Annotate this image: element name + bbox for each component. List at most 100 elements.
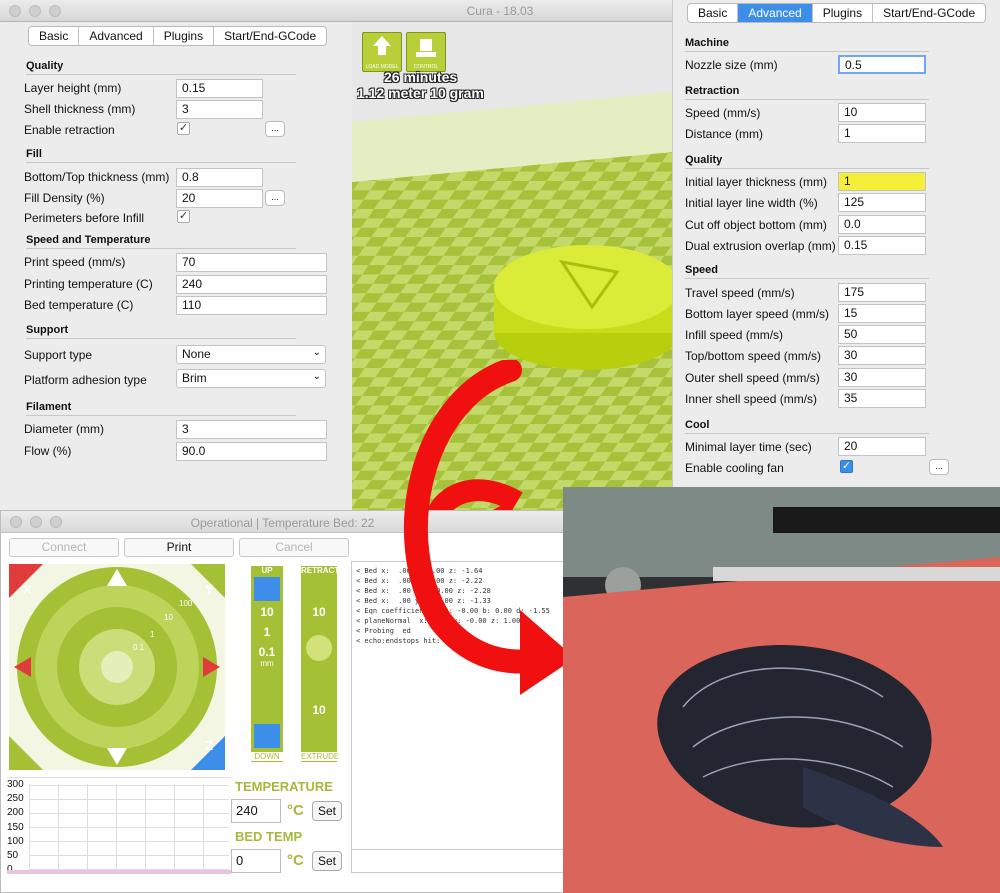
cool-more-button[interactable]: ... <box>929 459 949 475</box>
bottom-speed-input[interactable]: 15 <box>838 304 926 323</box>
layer-height-input[interactable]: 0.15 <box>176 79 263 98</box>
min-layer-time-input[interactable]: 20 <box>838 437 926 456</box>
topbottom-speed-input[interactable]: 30 <box>838 346 926 365</box>
retraction-distance-input[interactable]: 1 <box>838 124 926 143</box>
inner-shell-input[interactable]: 35 <box>838 389 926 408</box>
support-type-select[interactable]: None ⌄ <box>176 345 326 364</box>
section-quality: Quality <box>26 60 296 75</box>
cancel-button[interactable]: Cancel <box>239 538 349 557</box>
load-model-icon <box>373 36 391 55</box>
console-input[interactable] <box>351 849 564 873</box>
tab-plugins[interactable]: Plugins <box>813 4 874 22</box>
shell-thickness-label: Shell thickness (mm) <box>24 102 136 116</box>
photo-illustration <box>563 487 1000 893</box>
bed-temp-input[interactable]: 0 <box>231 849 281 873</box>
flow-input[interactable]: 90.0 <box>176 442 327 461</box>
support-type-label: Support type <box>24 348 93 362</box>
tab-advanced[interactable]: Advanced <box>79 27 154 45</box>
initial-thickness-label: Initial layer thickness (mm) <box>685 175 828 189</box>
graph-tick: 100 <box>7 835 24 847</box>
section-machine: Machine <box>685 37 929 52</box>
print-button[interactable]: Print <box>124 538 234 557</box>
z-home-label: Z <box>205 738 213 753</box>
extruder-panel[interactable]: RETRACT 10 10 EXTRUDE <box>301 566 339 762</box>
enable-retraction-checkbox[interactable]: ✓ <box>177 122 190 135</box>
chevron-down-icon: ⌄ <box>312 347 321 358</box>
min-layer-time-label: Minimal layer time (sec) <box>685 440 812 454</box>
diameter-input[interactable]: 3 <box>176 420 327 439</box>
initial-width-input[interactable]: 125 <box>838 193 926 212</box>
tab-plugins[interactable]: Plugins <box>154 27 215 45</box>
z-step-1[interactable]: 1 <box>251 625 283 639</box>
z-jog-panel[interactable]: UP 10 1 0.1 mm DOWN <box>251 566 283 762</box>
tab-advanced[interactable]: Advanced <box>738 4 813 22</box>
travel-speed-input[interactable]: 175 <box>838 283 926 302</box>
z-down-arrow-icon[interactable] <box>254 724 280 748</box>
graph-tick: 200 <box>7 807 24 819</box>
fill-density-input[interactable]: 20 <box>176 189 263 208</box>
adhesion-label: Platform adhesion type <box>24 373 147 387</box>
dual-overlap-input[interactable]: 0.15 <box>838 236 926 255</box>
infill-speed-input[interactable]: 50 <box>838 325 926 344</box>
jog-control[interactable]: X Y Z 100 10 1 0.1 <box>9 564 225 770</box>
temperature-input[interactable]: 240 <box>231 799 281 823</box>
temperature-unit: °C <box>287 802 304 819</box>
cutoff-input[interactable]: 0.0 <box>838 215 926 234</box>
ring-1-label: 1 <box>150 630 155 639</box>
tab-basic[interactable]: Basic <box>688 4 739 22</box>
z-step-01[interactable]: 0.1 <box>251 645 283 659</box>
retraction-more-button[interactable]: ... <box>265 121 285 137</box>
cooling-fan-checkbox[interactable]: ✓ <box>840 460 853 473</box>
nozzle-size-input[interactable]: 0.5 <box>838 55 926 74</box>
fill-more-button[interactable]: ... <box>265 190 285 206</box>
shell-thickness-input[interactable]: 3 <box>176 100 263 119</box>
x-home-label: X <box>23 582 32 597</box>
set-temperature-button[interactable]: Set <box>312 801 342 821</box>
z-up-arrow-icon[interactable] <box>254 577 280 601</box>
bed-temp-title: BED TEMP <box>235 829 303 844</box>
print-speed-label: Print speed (mm/s) <box>24 255 126 269</box>
bottom-top-input[interactable]: 0.8 <box>176 168 263 187</box>
temperature-graph: 300 250 200 150 100 50 0 <box>7 777 231 877</box>
inner-shell-label: Inner shell speed (mm/s) <box>685 392 818 406</box>
print-temp-label: Printing temperature (C) <box>24 277 153 291</box>
set-bed-temp-button[interactable]: Set <box>312 851 342 871</box>
tab-gcode[interactable]: Start/End-GCode <box>214 27 326 45</box>
bed-temp-input[interactable]: 110 <box>176 296 327 315</box>
initial-thickness-input[interactable]: 1 <box>838 172 926 191</box>
retraction-speed-input[interactable]: 10 <box>838 103 926 122</box>
model-top <box>494 245 672 329</box>
graph-tick: 250 <box>7 793 24 805</box>
print-speed-input[interactable]: 70 <box>176 253 327 272</box>
control-button[interactable]: CONTROL <box>406 32 446 72</box>
retract-step-10[interactable]: 10 <box>301 605 337 619</box>
connect-button[interactable]: Connect <box>9 538 119 557</box>
graph-line <box>7 870 231 874</box>
retraction-speed-label: Speed (mm/s) <box>685 106 761 120</box>
perimeters-checkbox[interactable]: ✓ <box>177 210 190 223</box>
cooling-fan-label: Enable cooling fan <box>685 461 784 475</box>
graph-axis: 300 250 200 150 100 50 0 <box>7 778 24 877</box>
cura-window: Cura - 18.03 Basic Advanced Plugins Star… <box>0 0 1000 893</box>
support-type-value: None <box>182 347 211 361</box>
topbottom-speed-label: Top/bottom speed (mm/s) <box>685 349 822 363</box>
cutoff-label: Cut off object bottom (mm) <box>685 218 827 232</box>
tab-gcode[interactable]: Start/End-GCode <box>873 4 985 22</box>
graph-grid <box>29 784 229 870</box>
adhesion-select[interactable]: Brim ⌄ <box>176 369 326 388</box>
z-step-10[interactable]: 10 <box>251 605 283 619</box>
print-temp-input[interactable]: 240 <box>176 275 327 294</box>
section-fill: Fill <box>26 148 296 163</box>
tab-basic[interactable]: Basic <box>29 27 80 45</box>
extrude-step-10[interactable]: 10 <box>301 703 337 717</box>
material-estimate: 1.12 meter 10 gram <box>357 85 484 101</box>
nozzle-size-label: Nozzle size (mm) <box>685 58 778 72</box>
z-down-label: DOWN <box>251 752 283 761</box>
outer-shell-input[interactable]: 30 <box>838 368 926 387</box>
chevron-down-icon: ⌄ <box>312 371 321 382</box>
bottom-speed-label: Bottom layer speed (mm/s) <box>685 307 830 321</box>
ring-100-label: 100 <box>179 599 193 608</box>
graph-tick: 50 <box>7 850 19 862</box>
load-model-button[interactable]: LOAD MODEL <box>362 32 402 72</box>
travel-speed-label: Travel speed (mm/s) <box>685 286 795 300</box>
